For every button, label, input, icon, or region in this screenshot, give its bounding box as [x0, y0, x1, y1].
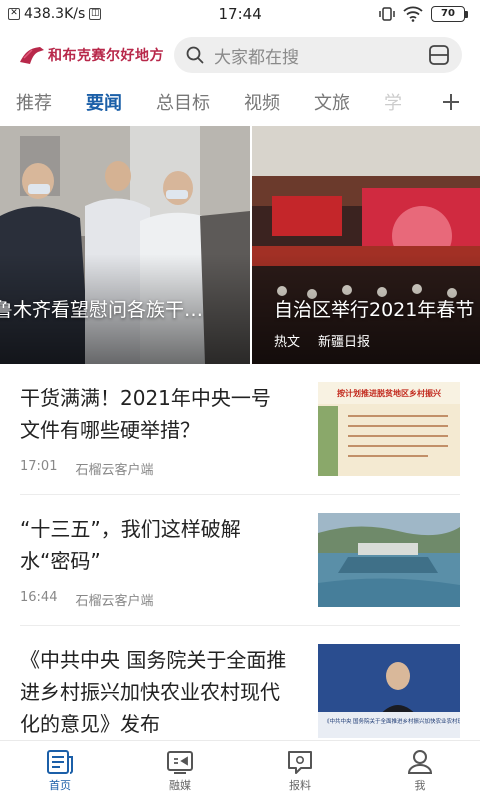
nav-label: 报料 [289, 778, 311, 792]
hot-tag: 热文 [274, 335, 301, 350]
carousel-caption: 鲁木齐看望慰问各族干… [0, 299, 204, 321]
tab-video[interactable]: 视频 [244, 89, 280, 115]
nav-label: 融媒 [169, 778, 191, 792]
news-source: 石榴云客户端 [75, 463, 154, 478]
network-speed: 438.3K/s [24, 6, 86, 22]
newspaper-icon [47, 749, 73, 774]
tab-culture-tourism[interactable]: 文旅 [314, 89, 350, 115]
list-item[interactable]: “十三五”，我们这样破解水“密码” 16:44 石榴云客户端 [20, 495, 460, 626]
carousel-slide[interactable]: 鲁木齐看望慰问各族干… [0, 126, 250, 364]
nav-me[interactable]: 我 [360, 741, 480, 800]
nav-report[interactable]: 报料 [240, 741, 360, 800]
nav-media[interactable]: 融媒 [120, 741, 240, 800]
logo-text: 和布克赛尔好地方 [48, 48, 164, 64]
news-title: 干货满满！2021年中央一号文件有哪些硬举措？ [20, 386, 271, 442]
search-icon [186, 46, 204, 64]
clock: 17:44 [218, 5, 262, 23]
news-source: 新疆日报 [318, 335, 371, 350]
category-tabs: 推荐 要闻 总目标 视频 文旅 学 [0, 80, 480, 124]
news-thumbnail: 《中共中央 国务院关于全面推进乡村振兴加快农业农村现代化的意见》发布 [318, 644, 460, 738]
nav-home[interactable]: 首页 [0, 741, 120, 800]
scan-icon[interactable] [428, 44, 450, 66]
search-placeholder: 大家都在搜 [214, 47, 299, 68]
list-item[interactable]: 干货满满！2021年中央一号文件有哪些硬举措？ 17:01 石榴云客户端 按计划… [20, 364, 460, 495]
vibrate-icon [379, 7, 395, 21]
notification-icon: ✕ [8, 8, 20, 20]
tab-recommend[interactable]: 推荐 [16, 89, 52, 115]
app-notification-icon: ◫ [89, 8, 102, 20]
report-icon [288, 750, 312, 774]
media-icon [167, 750, 193, 774]
search-input[interactable]: 大家都在搜 [174, 37, 462, 73]
person-icon [407, 749, 433, 774]
headline-carousel[interactable]: 鲁木齐看望慰问各族干… 自治区举行2021年春节 热文 新疆日报 [0, 126, 480, 364]
news-time: 16:44 [20, 590, 58, 605]
news-thumbnail [318, 513, 460, 607]
news-list: 干货满满！2021年中央一号文件有哪些硬举措？ 17:01 石榴云客户端 按计划… [0, 364, 480, 757]
tab-headlines[interactable]: 要闻 [86, 89, 122, 115]
news-title: 《中共中央 国务院关于全面推进乡村振兴加快农业农村现代化的意见》发布 [20, 648, 287, 736]
nav-label: 首页 [49, 778, 71, 792]
carousel-caption: 自治区举行2021年春节 [274, 299, 475, 321]
wifi-icon [403, 6, 423, 22]
list-item[interactable]: 《中共中央 国务院关于全面推进乡村振兴加快农业农村现代化的意见》发布 《中共中央… [20, 626, 460, 757]
horse-logo-icon [20, 47, 44, 64]
carousel-slide[interactable]: 自治区举行2021年春节 热文 新疆日报 [252, 126, 480, 364]
news-time: 17:01 [20, 459, 58, 474]
news-source: 石榴云客户端 [75, 594, 154, 609]
nav-label: 我 [414, 778, 426, 792]
tab-study[interactable]: 学 [384, 89, 402, 115]
status-bar: ✕ 438.3K/s ◫ 17:44 70 [0, 0, 480, 28]
thumb-heading: 按计划推进脱贫地区乡村振兴 [337, 388, 441, 398]
tab-general-goal[interactable]: 总目标 [156, 89, 210, 115]
news-title: “十三五”，我们这样破解水“密码” [20, 517, 241, 573]
news-thumbnail: 按计划推进脱贫地区乡村振兴 [318, 382, 460, 476]
thumb-caption: 《中共中央 国务院关于全面推进乡村振兴加快农业农村现代化的意见》发布 [324, 717, 460, 725]
app-logo: 和布克赛尔好地方 [18, 44, 168, 66]
app-header: 和布克赛尔好地方 大家都在搜 [0, 34, 480, 76]
bottom-nav: 首页 融媒 报料 我 [0, 740, 480, 800]
battery-icon: 70 [430, 6, 468, 22]
add-tab-icon[interactable] [442, 93, 460, 111]
